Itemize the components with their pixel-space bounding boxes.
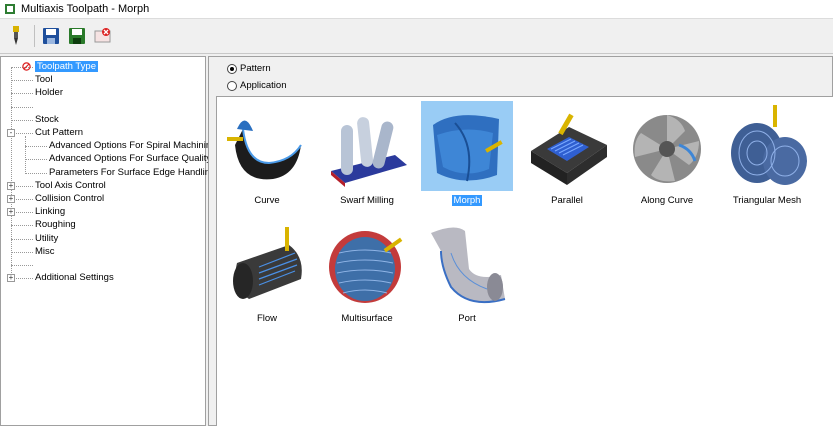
tree-connector (11, 238, 33, 240)
tree-expander[interactable]: + (7, 208, 15, 217)
tree-item-holder[interactable]: Holder (35, 86, 63, 99)
tile-parallel-label: Parallel (551, 195, 583, 206)
radio-pattern-circle[interactable] (227, 63, 237, 74)
tree-item-label: Holder (35, 87, 63, 99)
tile-curve-label: Curve (254, 195, 280, 206)
tree-connector (11, 251, 33, 253)
tree-connector (11, 93, 33, 95)
flow-thumbnail (233, 227, 302, 299)
multisurface-thumbnail (329, 231, 403, 303)
tree-expander[interactable]: + (7, 274, 15, 283)
tree-item-label: Utility (35, 232, 59, 244)
tree-expander[interactable]: - (7, 129, 15, 137)
tree-item-label: Tool (35, 74, 53, 86)
tile-morph[interactable]: Morph (421, 101, 513, 213)
tree-item-label: Toolpath Type (35, 61, 98, 72)
tile-flow-label: Flow (256, 313, 278, 324)
tile-along-curve-label: Along Curve (640, 195, 694, 206)
tree-item-label: Linking (35, 206, 66, 218)
tile-port-label: Port (458, 313, 476, 324)
radio-pattern[interactable]: Pattern (227, 63, 271, 74)
tile-triangular-mesh-label: Triangular Mesh (732, 195, 802, 206)
tree-item-label: Cut Pattern (35, 127, 84, 138)
tree-connector (11, 80, 33, 82)
tile-multisurface[interactable]: Multisurface (321, 219, 413, 331)
curve-thumbnail (227, 120, 302, 180)
tree-item-stock[interactable]: Stock (35, 113, 59, 126)
radio-application-label: Application (240, 80, 287, 91)
save-as-button[interactable] (67, 26, 87, 46)
tree-item-label: Advanced Options For Surface Quality (49, 153, 212, 165)
tree-item-label: Additional Settings (35, 272, 114, 284)
tree-item-misc[interactable]: Misc (35, 245, 55, 258)
tree-item-additional-settings[interactable]: Additional Settings (35, 271, 114, 284)
tree-item-label: Tool Axis Control (35, 179, 106, 191)
tree-item-label: Misc (35, 245, 55, 257)
tree-connector (11, 225, 33, 227)
morph-thumbnail (433, 115, 503, 182)
tool-icon (13, 26, 19, 45)
tree-item-collision-control[interactable]: Collision Control (35, 192, 104, 205)
swarf-milling-thumbnail (331, 117, 407, 187)
radio-application[interactable]: Application (227, 80, 286, 91)
tree-item-advanced-options-for-spiral-machining[interactable]: Advanced Options For Spiral Machining (49, 139, 216, 152)
tile-swarf-milling[interactable]: Swarf Milling (321, 101, 413, 213)
tree-expander[interactable]: + (7, 181, 15, 190)
save-as-icon (69, 28, 85, 44)
triangular-mesh-thumbnail (731, 105, 807, 185)
tree-item-toolpath-type[interactable]: Toolpath Type (22, 60, 98, 73)
tree-item-label: Roughing (35, 219, 76, 231)
tree-item-tool-axis-control[interactable]: Tool Axis Control (35, 179, 106, 192)
save-icon (43, 28, 59, 44)
tree-item-label: Parameters For Surface Edge Handling (49, 166, 216, 178)
error-icon (22, 62, 31, 71)
tile-multisurface-label: Multisurface (341, 313, 393, 324)
tree-guide-line-sub (25, 136, 26, 172)
title-bar: Multiaxis Toolpath - Morph (0, 0, 833, 18)
port-thumbnail (431, 227, 506, 303)
along-curve-thumbnail (633, 115, 701, 183)
tree-connector (11, 106, 33, 108)
tool-button[interactable] (6, 26, 26, 46)
tree-connector (25, 159, 47, 161)
pattern-gallery: Curve Swarf Milling Morph Parallel Along… (216, 96, 833, 426)
tree-item-parameters-for-surface-edge-handling[interactable]: Parameters For Surface Edge Handling (49, 166, 215, 179)
tree-connector (25, 172, 47, 174)
tile-flow[interactable]: Flow (221, 219, 313, 331)
close-file-icon (94, 28, 111, 43)
tile-along-curve[interactable]: Along Curve (621, 101, 713, 213)
tree-connector (25, 146, 47, 148)
tree-guide-line (11, 67, 12, 278)
close-file-button[interactable] (93, 26, 113, 46)
tree-item-advanced-options-for-surface-quality[interactable]: Advanced Options For Surface Quality (49, 152, 211, 165)
toolbar-separator (34, 25, 35, 47)
tree-item-roughing[interactable]: Roughing (35, 218, 76, 231)
save-button[interactable] (41, 26, 61, 46)
radio-application-circle[interactable] (227, 80, 237, 91)
tile-port[interactable]: Port (421, 219, 513, 331)
tree-expander[interactable]: + (7, 195, 15, 203)
toolbar (0, 18, 833, 54)
tile-swarf-milling-label: Swarf Milling (340, 195, 394, 206)
settings-tree[interactable]: Toolpath Type Tool Holder Stock - Cut Pattern… (0, 56, 216, 426)
tree-item-cut-pattern[interactable]: Cut Pattern (35, 126, 83, 139)
app-icon (5, 4, 15, 14)
tree-item-utility[interactable]: Utility (35, 232, 58, 245)
tile-triangular-mesh[interactable]: Triangular Mesh (721, 101, 813, 213)
tree-item-tool[interactable]: Tool (35, 73, 52, 86)
tree-item-label: Stock (35, 113, 59, 125)
tree-connector (11, 265, 33, 266)
parallel-thumbnail (531, 113, 607, 185)
tree-connector (11, 119, 33, 121)
tile-curve[interactable]: Curve (221, 101, 313, 213)
tree-item-label: Collision Control (35, 193, 105, 204)
tree-item-label: Advanced Options For Spiral Machining (49, 140, 217, 152)
radio-pattern-label: Pattern (240, 63, 271, 74)
tile-parallel[interactable]: Parallel (521, 101, 613, 213)
tree-item-linking[interactable]: Linking (35, 205, 65, 218)
tile-morph-label: Morph (451, 195, 483, 206)
window-title: Multiaxis Toolpath - Morph (21, 3, 150, 15)
